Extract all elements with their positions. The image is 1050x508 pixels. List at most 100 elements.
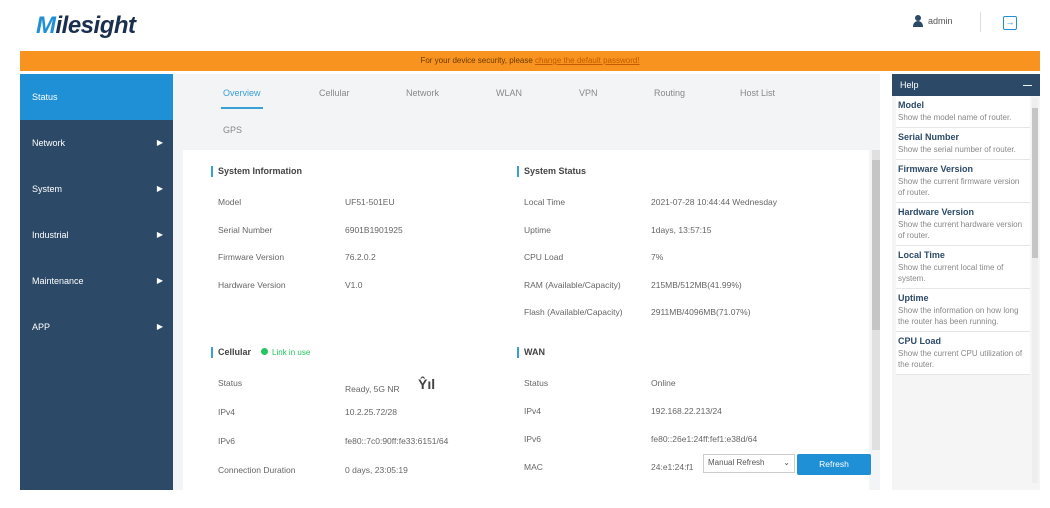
refresh-mode-select[interactable]: Manual Refresh ⌄	[703, 454, 795, 473]
help-title: Help	[900, 80, 919, 90]
sidebar-item-status[interactable]: Status	[20, 74, 173, 120]
cellular-title: Cellular	[218, 347, 252, 357]
help-item-desc: Show the current hardware version of rou…	[898, 220, 1023, 240]
help-item-title: Local Time	[898, 250, 945, 260]
help-item: Firmware Version Show the current firmwar…	[896, 160, 1030, 203]
row-value: 24:e1:24:f1	[651, 462, 694, 472]
row-label: IPv6	[524, 434, 542, 444]
row-label: RAM (Available/Capacity)	[524, 279, 621, 290]
security-banner: For your device security, please change …	[20, 51, 1040, 71]
sidebar-item-maintenance[interactable]: Maintenance ▶	[20, 258, 173, 304]
help-item-desc: Show the serial number of router.	[898, 145, 1016, 154]
caret-right-icon: ▶	[156, 322, 163, 331]
row-value: 2021-07-28 10:44:44 Wednesday	[651, 197, 778, 207]
chevron-down-icon: ⌄	[783, 458, 790, 467]
section-title: System Information	[211, 166, 302, 177]
row-label: Uptime	[524, 224, 551, 235]
sidebar-item-label: System	[32, 184, 63, 194]
help-panel: Help — Model Show the model name of router…	[892, 74, 1040, 490]
section-title: Cellular Link in use	[211, 347, 310, 358]
help-item: CPU Load Show the current CPU utilization…	[896, 332, 1030, 375]
row-value: Ready, 5G NR	[345, 384, 400, 394]
help-item: Model Show the model name of router.	[896, 96, 1030, 128]
row-value: Online	[651, 378, 676, 388]
caret-right-icon: ▶	[156, 184, 163, 193]
minimize-icon[interactable]: —	[1023, 74, 1032, 96]
sidebar-item-label: Network	[32, 138, 66, 148]
help-item-title: CPU Load	[898, 336, 942, 346]
sidebar-item-network[interactable]: Network ▶	[20, 120, 173, 166]
help-item-desc: Show the information on how long the rou…	[898, 306, 1019, 326]
help-item-title: Uptime	[898, 293, 929, 303]
row-value: 1days, 13:57:15	[651, 224, 712, 235]
row-label: Connection Duration	[218, 465, 296, 475]
row-value: 7%	[651, 252, 664, 262]
help-scrollbar[interactable]	[1032, 98, 1038, 483]
row-value: 2911MB/4096MB(71.07%)	[651, 307, 751, 317]
help-item-desc: Show the current local time of system.	[898, 263, 1004, 283]
row-value: V1.0	[345, 279, 363, 290]
row-label: IPv4	[218, 407, 236, 417]
row-label: Local Time	[524, 197, 566, 207]
help-item-title: Hardware Version	[898, 207, 975, 217]
row-value: 6901B1901925	[345, 224, 403, 235]
help-item: Uptime Show the information on how long t…	[896, 289, 1030, 332]
row-value: 215MB/512MB(41.99%)	[651, 279, 742, 290]
row-label: Status	[218, 378, 243, 388]
help-item-desc: Show the model name of router.	[898, 113, 1012, 122]
tab-routing[interactable]: Routing	[654, 88, 685, 98]
row-label: Flash (Available/Capacity)	[524, 307, 623, 317]
user-icon	[912, 15, 924, 27]
row-value: 0 days, 23:05:19	[345, 465, 408, 475]
row-value: fe80::7c0:90ff:fe33:6151/64	[345, 436, 449, 446]
scrollbar[interactable]	[872, 150, 880, 450]
section-title: WAN	[517, 347, 545, 358]
row-value: 10.2.25.72/28	[345, 407, 397, 417]
change-password-link[interactable]: change the default password!	[535, 56, 640, 65]
row-label: IPv4	[524, 406, 542, 416]
tab-cellular[interactable]: Cellular	[319, 88, 350, 98]
row-label: CPU Load	[524, 252, 564, 262]
tab-host-list[interactable]: Host List	[740, 88, 775, 98]
help-item-title: Firmware Version	[898, 164, 974, 174]
tab-overview[interactable]: Overview	[221, 88, 263, 109]
signal-strength-icon: Ŷıl	[418, 376, 436, 392]
section-title: System Status	[517, 166, 586, 177]
row-value: 76.2.0.2	[345, 252, 376, 262]
row-label: Serial Number	[218, 224, 273, 235]
help-item-title: Serial Number	[898, 132, 960, 142]
sidebar-item-app[interactable]: APP ▶	[20, 304, 173, 350]
refresh-mode-value: Manual Refresh	[708, 458, 765, 467]
sidebar-item-system[interactable]: System ▶	[20, 166, 173, 212]
row-label: IPv6	[218, 436, 236, 446]
row-label: Hardware Version	[218, 279, 286, 290]
sidebar-item-label: APP	[32, 322, 51, 332]
banner-text: For your device security, please	[420, 56, 536, 65]
tab-wlan[interactable]: WLAN	[496, 88, 522, 98]
help-header: Help —	[892, 74, 1040, 96]
caret-right-icon: ▶	[156, 276, 163, 285]
row-value: fe80::26e1:24ff:fef1:e38d/64	[651, 434, 758, 444]
sidebar-item-industrial[interactable]: Industrial ▶	[20, 212, 173, 258]
user-menu[interactable]: admin	[912, 15, 953, 27]
logout-icon[interactable]: →	[1003, 16, 1017, 30]
row-label: MAC	[524, 462, 543, 472]
sidebar-item-label: Maintenance	[32, 276, 84, 286]
milesight-logo: Milesight	[36, 12, 136, 39]
tab-gps[interactable]: GPS	[223, 125, 242, 135]
tab-network[interactable]: Network	[406, 88, 439, 98]
caret-right-icon: ▶	[156, 138, 163, 147]
help-item-desc: Show the current firmware version of rou…	[898, 177, 1020, 197]
help-item: Local Time Show the current local time of…	[896, 246, 1030, 289]
row-value: 192.168.22.213/24	[651, 406, 722, 416]
help-item-desc: Show the current CPU utilization of the …	[898, 349, 1023, 369]
refresh-button[interactable]: Refresh	[797, 454, 871, 475]
sidebar: Status Network ▶ System ▶ Industrial ▶ Main…	[20, 74, 173, 490]
row-label: Status	[524, 378, 549, 388]
help-item-title: Model	[898, 100, 924, 110]
tab-vpn[interactable]: VPN	[579, 88, 598, 98]
sidebar-item-label: Status	[32, 92, 58, 102]
row-label: Model	[218, 197, 242, 207]
caret-right-icon: ▶	[156, 230, 163, 239]
divider	[980, 12, 981, 32]
